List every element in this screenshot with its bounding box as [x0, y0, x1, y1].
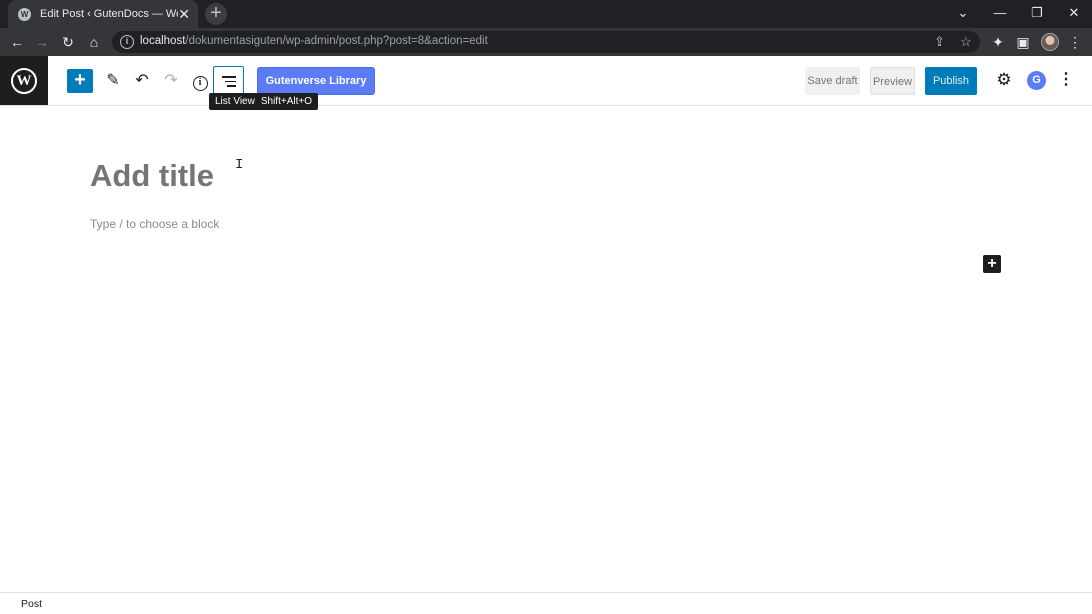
profile-avatar[interactable] — [1041, 33, 1059, 51]
window-close-icon[interactable]: ✕ — [1064, 4, 1084, 22]
wordpress-logo-icon: W — [11, 67, 37, 94]
site-info-icon[interactable]: i — [120, 35, 134, 49]
block-placeholder[interactable]: Type / to choose a block — [90, 217, 219, 231]
details-button[interactable]: i — [188, 69, 212, 93]
publish-button[interactable]: Publish — [925, 67, 977, 95]
list-view-tooltip: List View Shift+Alt+O — [209, 93, 318, 110]
breadcrumb[interactable]: Post — [21, 598, 42, 610]
extensions-icon[interactable]: ✦ — [989, 33, 1007, 51]
preview-button[interactable]: Preview — [870, 67, 915, 95]
forward-icon[interactable]: → — [33, 33, 51, 51]
home-icon[interactable]: ⌂ — [85, 33, 103, 51]
browser-tab[interactable]: W Edit Post ‹ GutenDocs — WordPress ✕ — [8, 0, 198, 28]
side-panel-icon[interactable]: ▣ — [1014, 33, 1032, 51]
gutenverse-icon[interactable]: G — [1027, 71, 1046, 90]
back-icon[interactable]: ← — [8, 33, 26, 51]
wordpress-logo-button[interactable]: W — [0, 56, 48, 105]
settings-gear-icon[interactable]: ⚙ — [994, 70, 1014, 90]
tools-pencil-icon[interactable]: ✎ — [101, 69, 125, 93]
tab-search-icon[interactable]: ⌄ — [953, 4, 973, 22]
tooltip-shortcut: Shift+Alt+O — [260, 96, 312, 107]
browser-menu-icon[interactable]: ⋮ — [1066, 33, 1084, 51]
browser-tab-bar: W Edit Post ‹ GutenDocs — WordPress ✕ + … — [0, 0, 1092, 28]
browser-address-bar: ← → ↻ ⌂ i localhost/dokumentasiguten/wp-… — [0, 28, 1092, 56]
options-menu-icon[interactable]: ⋮ — [1058, 70, 1074, 90]
bookmark-star-icon[interactable]: ☆ — [960, 34, 972, 50]
editor-header: W + ✎ ↶ ↷ i Gutenverse Library Save draf… — [0, 56, 1092, 106]
share-icon[interactable]: ⇪ — [934, 34, 945, 50]
tab-title: Edit Post ‹ GutenDocs — WordPress — [40, 8, 178, 20]
wordpress-favicon-icon: W — [18, 7, 31, 21]
new-tab-button[interactable]: + — [205, 3, 227, 25]
url-input[interactable]: i localhost/dokumentasiguten/wp-admin/po… — [112, 31, 980, 53]
save-draft-button[interactable]: Save draft — [805, 67, 860, 95]
undo-icon[interactable]: ↶ — [130, 69, 154, 93]
info-icon: i — [192, 76, 208, 91]
gutenverse-library-button[interactable]: Gutenverse Library — [257, 67, 375, 95]
tooltip-label: List View — [215, 96, 255, 107]
minimize-icon[interactable]: — — [990, 4, 1010, 22]
text-cursor-icon: I — [235, 157, 244, 173]
restore-icon[interactable]: ❐ — [1027, 4, 1047, 22]
list-view-icon — [222, 76, 236, 90]
reload-icon[interactable]: ↻ — [59, 33, 77, 51]
block-inserter-button[interactable]: + — [67, 69, 93, 93]
url-text: localhost/dokumentasiguten/wp-admin/post… — [140, 35, 488, 47]
editor-footer: Post — [0, 592, 1092, 614]
add-block-button[interactable]: + — [983, 255, 1001, 273]
redo-icon[interactable]: ↷ — [159, 69, 183, 93]
post-title-input[interactable]: Add title — [90, 158, 214, 194]
list-view-button[interactable] — [213, 66, 244, 96]
tab-close-icon[interactable]: ✕ — [178, 6, 190, 22]
